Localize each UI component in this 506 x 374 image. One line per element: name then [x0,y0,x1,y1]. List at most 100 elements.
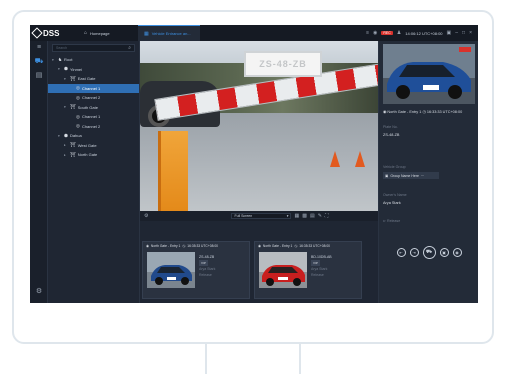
next-icon[interactable]: ⇥ [409,247,419,257]
location-pin-icon: ◉ [146,244,149,248]
gear-icon[interactable]: ⚙ [30,285,48,299]
record-info: ZS-48-ZB VIP Arya Stark Release [199,254,215,278]
rec-badge[interactable]: REC [381,31,393,35]
tree-item-label: Channel 2 [81,95,101,101]
camera-icon: ◎ [76,94,80,100]
layout-4-icon[interactable]: ▦ [294,213,299,219]
plate-text: ZS-48-ZB [259,59,307,69]
tree-item[interactable]: ▸ ⛩ West Gate [48,141,139,151]
barrier-post [158,131,188,211]
tree-item[interactable]: ◎ Channel 1 [48,83,139,93]
release-row[interactable]: ⊳ Release [383,219,400,223]
tree-item[interactable]: ▾ ⬢ Dahua [48,131,139,141]
restore-icon[interactable]: □ [462,30,465,36]
location-icon: ⬢ [64,132,68,138]
app-window: DSS ⌂ Homepage ▦ Vehicle Entrance an... … [30,25,478,303]
record-release: Release [311,273,324,277]
tree-item-label: Channel 1 [81,114,101,120]
tree-item[interactable]: ◎ Channel 2 [48,122,139,132]
traffic-cone [330,151,340,167]
search-placeholder: Search [56,46,68,50]
logo-text: DSS [43,28,60,38]
clock-text: 14:06:12 UTC+08:00 [405,30,443,36]
page: DSS ⌂ Homepage ▦ Vehicle Entrance an... … [0,0,506,374]
record-info: BD-10DB-AB VIP Arya Stark Release [311,254,332,278]
close-icon[interactable]: × [469,30,472,36]
detail-source: ◉ North Gate - Entry 1 ◷ 16:33:33 UTC+08… [383,109,462,114]
record-time: 16:35:33 UTC+08:00 [299,244,330,248]
audio-icon[interactable]: ◉ [452,247,462,257]
vehicle-entrance-icon[interactable]: ⛟ [30,55,48,69]
location-icon: ⬢ [64,66,68,72]
clock-icon: ◷ [182,244,186,248]
lock-icon[interactable]: ▣ [447,30,452,36]
tree-item-label: West Gate [77,142,97,148]
chevron-down-icon[interactable]: ▾ [64,105,68,109]
chevron-right-icon[interactable]: ▸ [64,153,68,157]
layout-select-value: Full Screen [234,214,253,218]
alarm-icon[interactable]: ◉ [373,30,377,36]
user-icon[interactable]: ♟ [397,30,401,36]
tab-label: Vehicle Entrance an... [151,31,191,36]
record-release: Release [199,273,212,277]
tree-item[interactable]: ◎ Channel 2 [48,93,139,103]
video-toolbar: ⚙ Full Screen ▾ ▦ ▩ ▤ ✎ ⛶ [140,211,378,221]
plate-label: Plate No. [383,125,398,129]
tree-item[interactable]: ▸ ⛩ North Gate [48,150,139,160]
snapshot-icon[interactable]: ▣ [439,247,449,257]
tree-item[interactable]: ◎ Channel 1 [48,112,139,122]
open-gate-icon[interactable]: ⛟ [422,245,436,259]
icon-rail: ≡ ⛟ ▤ ⚙ [30,41,48,303]
layout-9-icon[interactable]: ▩ [302,213,307,219]
tree-list: ▾ ♞ Root ▾ ⬢ Yinmei ▾ ⛩ East Gate ◎ Channel 1 ◎ Chan… [48,55,139,160]
tab-vehicle-entrance[interactable]: ▦ Vehicle Entrance an... [138,25,200,41]
search-icon[interactable]: ⌕ [128,45,131,51]
record-card[interactable]: ◉ North Gate - Entry 1 ◷ 16:35:33 UTC+08… [142,241,250,299]
release-label: Release [387,219,401,223]
record-header: ◉ North Gate - Entry 1 ◷ 16:35:33 UTC+08… [255,242,361,250]
chevron-down-icon: ▾ [286,214,289,218]
vehicle-group-chip[interactable]: ▣ Group Name Here ⋯ [383,172,439,179]
menu-icon[interactable]: ≡ [366,30,369,36]
menu-icon[interactable]: ≡ [30,41,48,55]
traffic-cone [355,151,365,167]
clock-icon: ◷ [294,244,298,248]
chevron-down-icon[interactable]: ▾ [58,67,62,71]
tab-homepage[interactable]: ⌂ Homepage [78,25,138,41]
tree-item[interactable]: ▾ ⛩ East Gate [48,74,139,84]
search-input[interactable]: Search ⌕ [52,44,135,52]
detail-time: 16:33:33 UTC+08:00 [426,110,463,114]
edit-icon[interactable]: ✎ [318,213,322,219]
organization-icon: ♞ [58,56,63,62]
records-icon[interactable]: ▤ [30,69,48,83]
status-area: ≡ ◉ REC ♟ 14:06:12 UTC+08:00 ▣ – □ × [366,30,478,36]
layout-16-icon[interactable]: ▤ [310,213,315,219]
chevron-right-icon[interactable]: ▸ [64,143,68,147]
record-card[interactable]: ◉ North Gate - Entry 1 ◷ 16:35:33 UTC+08… [254,241,362,299]
record-time: 16:35:33 UTC+08:00 [187,244,218,248]
tree-item-label: North Gate [77,152,98,158]
tree-item[interactable]: ▾ ♞ Root [48,55,139,65]
record-channel: North Gate - Entry 1 [150,244,181,248]
tree-item-label: Yinmei [69,66,83,72]
tree-item[interactable]: ▾ ⛩ South Gate [48,103,139,113]
chevron-down-icon[interactable]: ▾ [58,134,62,138]
previous-icon[interactable]: ⇤ [396,247,406,257]
record-header: ◉ North Gate - Entry 1 ◷ 16:35:33 UTC+08… [143,242,249,250]
location-pin-icon: ◉ [383,110,387,114]
tree-item[interactable]: ▾ ⬢ Yinmei [48,65,139,75]
minimize-icon[interactable]: – [455,30,458,36]
playback-controls: ⇤ ⇥ ⛟ ▣ ◉ [379,241,478,263]
fullscreen-icon[interactable]: ⛶ [325,213,329,219]
live-video[interactable]: ZS-48-ZB [140,41,378,211]
chevron-down-icon[interactable]: ▾ [52,58,56,62]
release-icon: ⊳ [383,219,387,223]
layout-select[interactable]: Full Screen ▾ [231,213,292,219]
camera-icon: ◎ [76,85,80,91]
tab-label: Homepage [90,30,110,36]
monitor-stand [205,344,301,374]
settings-icon[interactable]: ⚙ [144,213,148,219]
owner-label: Owner's Name [383,193,407,197]
logo-icon [31,27,43,39]
chevron-down-icon[interactable]: ▾ [64,77,68,81]
